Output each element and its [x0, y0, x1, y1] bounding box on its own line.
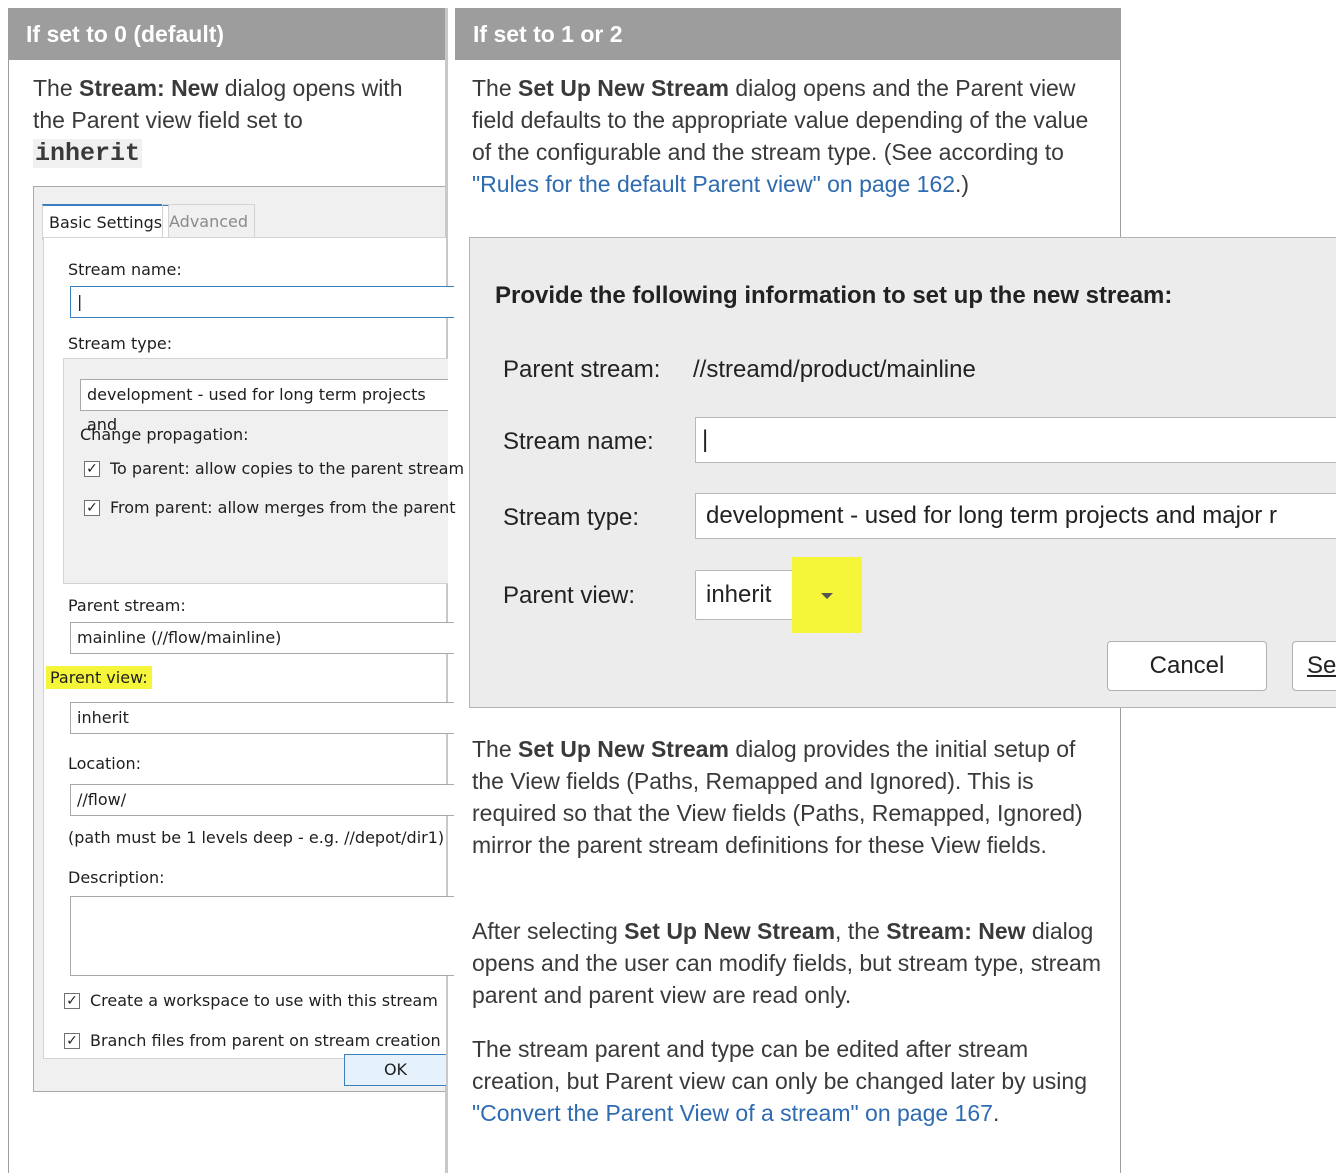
- right-intro-text: The: [472, 75, 519, 101]
- location-field[interactable]: //flow/: [70, 784, 454, 816]
- right-intro: The Set Up New Stream dialog opens and t…: [472, 72, 1102, 200]
- stream-type-label: Stream type:: [68, 334, 173, 353]
- dialog-heading: Provide the following information to set…: [495, 282, 1173, 309]
- set-up-new-stream-dialog: Provide the following information to set…: [469, 237, 1336, 708]
- tab-basic-settings-label: Basic Settings: [49, 213, 163, 232]
- tab-advanced[interactable]: Advanced: [162, 204, 256, 239]
- parent-view-value: inherit: [706, 581, 772, 608]
- ok-button[interactable]: OK: [344, 1054, 446, 1086]
- parent-stream-field[interactable]: mainline (//flow/mainline): [70, 622, 454, 654]
- para3-text-2: , the: [835, 918, 887, 944]
- from-parent-label: From parent: allow merges from the paren…: [110, 498, 456, 517]
- from-parent-checkbox[interactable]: ✓: [84, 500, 100, 516]
- para3-bold-2: Stream: New: [886, 918, 1026, 944]
- set-up-button-label: Se: [1307, 652, 1336, 679]
- left-intro: The Stream: New dialog opens with the Pa…: [33, 72, 433, 170]
- cancel-button[interactable]: Cancel: [1107, 641, 1267, 691]
- parent-stream-label: Parent stream:: [503, 356, 661, 383]
- change-propagation-label: Change propagation:: [80, 425, 249, 444]
- left-column-header: If set to 0 (default): [8, 8, 445, 60]
- paragraph-setup-view-fields: The Set Up New Stream dialog provides th…: [472, 733, 1112, 861]
- rules-default-parent-view-link[interactable]: "Rules for the default Parent view" on p…: [472, 171, 955, 197]
- left-border: [8, 60, 9, 1173]
- cancel-button-label: Cancel: [1149, 652, 1225, 679]
- right-intro-text-3: .): [955, 171, 970, 197]
- set-up-button[interactable]: Se: [1292, 641, 1336, 691]
- stream-type-label: Stream type:: [503, 504, 640, 531]
- description-textarea[interactable]: [70, 896, 454, 976]
- create-workspace-checkbox[interactable]: ✓: [64, 993, 80, 1009]
- to-parent-label: To parent: allow copies to the parent st…: [110, 459, 465, 478]
- stream-type-group: development - used for long term project…: [63, 358, 464, 584]
- intro-bold: Stream: New: [79, 75, 219, 101]
- create-workspace-label: Create a workspace to use with this stre…: [90, 991, 438, 1010]
- parent-view-label: Parent view:: [503, 582, 636, 609]
- stream-name-label: Stream name:: [68, 260, 182, 279]
- basic-settings-panel: Stream name: | Stream type: development …: [43, 237, 464, 1059]
- tab-advanced-label: Advanced: [169, 212, 249, 231]
- stream-type-value: development - used for long term project…: [706, 502, 1277, 529]
- stream-name-input[interactable]: |: [695, 417, 1336, 463]
- para2-text: The: [472, 736, 519, 762]
- stream-new-dialog: Basic Settings Advanced Stream name: | S…: [33, 186, 464, 1092]
- description-label: Description:: [68, 868, 165, 887]
- parent-stream-value: //streamd/product/mainline: [693, 356, 976, 383]
- stream-type-select[interactable]: development - used for long term project…: [80, 379, 448, 434]
- para3-bold-1: Set Up New Stream: [624, 918, 836, 944]
- branch-files-label: Branch files from parent on stream creat…: [90, 1031, 441, 1050]
- para3-text: After selecting: [472, 918, 625, 944]
- para2-bold: Set Up New Stream: [518, 736, 729, 762]
- paragraph-after-selecting: After selecting Set Up New Stream, the S…: [472, 915, 1112, 1011]
- stream-name-cursor: |: [702, 426, 709, 453]
- stream-type-select[interactable]: development - used for long term project…: [695, 493, 1336, 539]
- branch-files-checkbox[interactable]: ✓: [64, 1033, 80, 1049]
- stream-name-input[interactable]: |: [70, 286, 454, 318]
- convert-parent-view-link[interactable]: "Convert the Parent View of a stream" on…: [472, 1100, 993, 1126]
- right-header-text: If set to 1 or 2: [473, 21, 623, 47]
- tab-basic-settings[interactable]: Basic Settings: [42, 204, 170, 240]
- to-parent-checkbox[interactable]: ✓: [84, 461, 100, 477]
- chevron-down-icon[interactable]: [821, 593, 833, 599]
- para4-text: The stream parent and type can be edited…: [472, 1036, 1087, 1094]
- location-label: Location:: [68, 754, 142, 773]
- paragraph-parent-view-change: The stream parent and type can be edited…: [472, 1033, 1112, 1129]
- para4-text-2: .: [992, 1100, 1000, 1126]
- parent-view-label: Parent view:: [46, 666, 152, 689]
- code-inherit: inherit: [33, 139, 143, 168]
- ok-button-label: OK: [383, 1060, 408, 1079]
- parent-stream-label: Parent stream:: [68, 596, 186, 615]
- location-hint: (path must be 1 levels deep - e.g. //dep…: [68, 828, 445, 847]
- parent-view-field[interactable]: inherit: [70, 702, 454, 734]
- stream-name-label: Stream name:: [503, 428, 654, 455]
- right-column-header: If set to 1 or 2: [455, 8, 1121, 60]
- parent-view-label-highlight: Parent view:: [46, 666, 152, 689]
- left-header-text: If set to 0 (default): [26, 21, 225, 47]
- right-intro-bold: Set Up New Stream: [518, 75, 729, 101]
- intro-text: The: [33, 75, 80, 101]
